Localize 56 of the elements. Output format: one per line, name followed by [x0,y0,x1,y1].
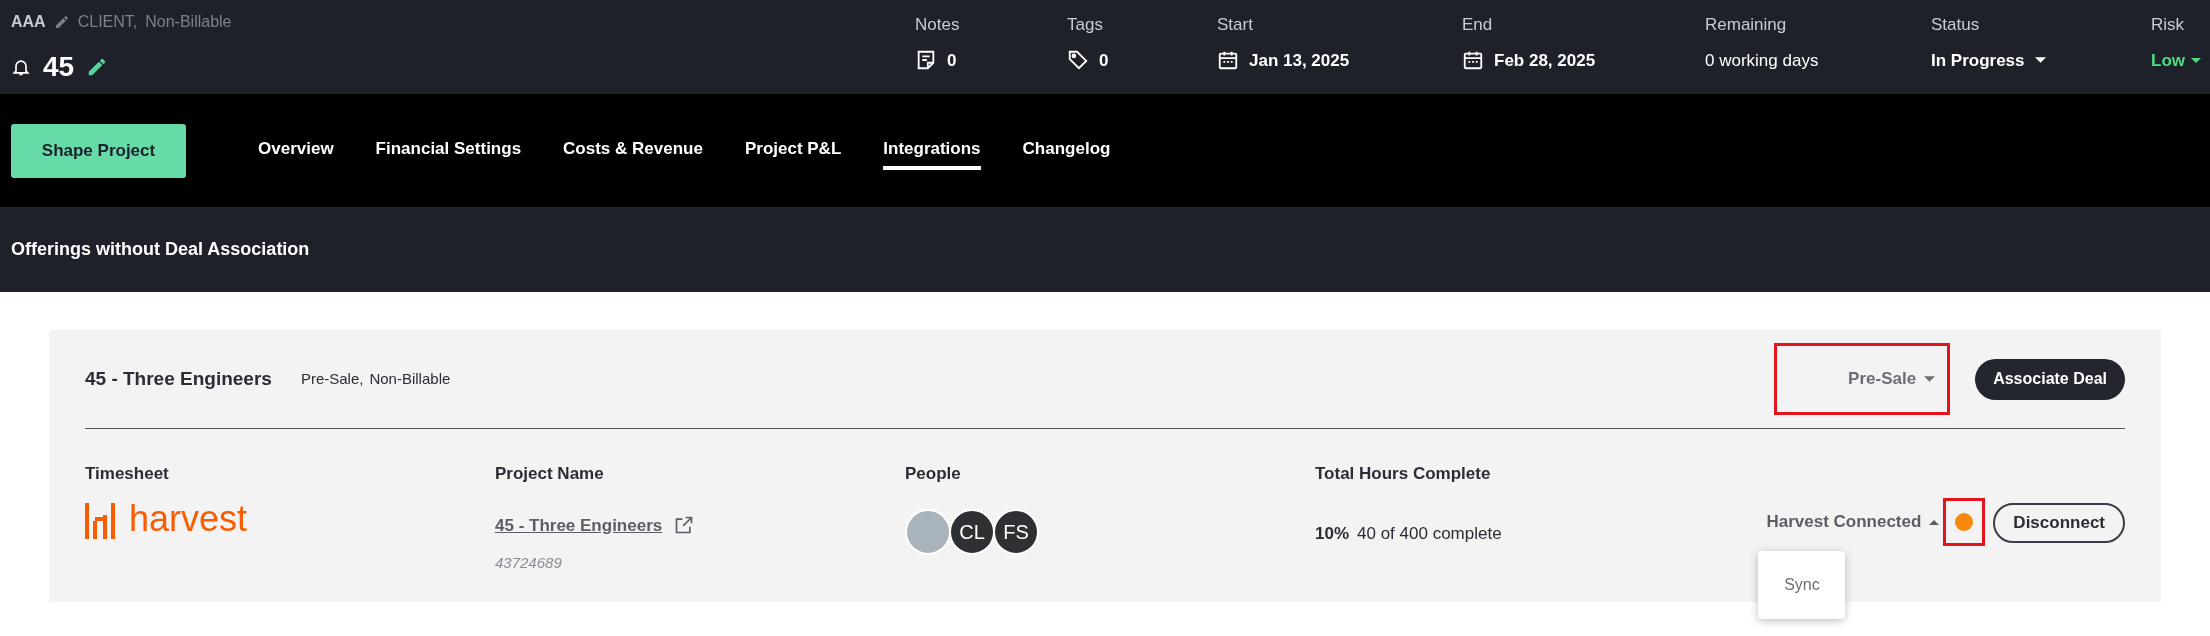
nav-tab[interactable]: Financial Settings [375,131,522,170]
stat-value: Jan 13, 2025 [1249,49,1350,72]
nav-tab[interactable]: Project P&L [744,131,842,170]
section-title: Offerings without Deal Association [11,238,310,261]
risk-dropdown[interactable]: Low [2151,47,2201,73]
client-name: AAA [11,12,46,32]
hours-complete: 40 of 400 complete [1357,522,1502,545]
stat-value: 0 working days [1705,49,1819,72]
column-header: Project Name [495,463,605,485]
edit-icon[interactable] [53,14,70,30]
stat-value: 0 [1099,49,1109,72]
stat-label: Status [1931,14,1981,36]
stat-value: Feb 28, 2025 [1494,49,1596,72]
caret-icon [2034,57,2046,64]
billing-type: Non-Billable [145,12,232,32]
caret-icon [1924,376,1936,382]
column-header: People [905,463,962,485]
offering-type: Pre-Sale, [300,368,364,389]
stat-label: Risk [2151,14,2186,36]
avatar-photo [905,508,951,555]
percent-complete: 10% [1315,522,1350,545]
avatar-initials: CL [949,508,995,555]
tag-icon [1067,49,1089,72]
associate-deal-button[interactable]: Associate Deal [1975,358,2125,400]
offering-name: 45 - Three Engineers [85,366,272,391]
calendar-icon [1462,49,1484,72]
avatar-initials: FS [993,508,1039,555]
shape-project-button[interactable]: Shape Project [11,123,186,178]
menu-item[interactable]: Sync [1758,555,1846,615]
stat-label: Notes [915,14,961,36]
project-id: 43724689 [495,553,563,573]
nav-tab[interactable]: Changelog [1022,131,1111,170]
stat-value: 0 [947,49,957,72]
client-type: CLIENT, [77,12,138,32]
stat-label: Remaining [1705,14,1788,36]
external-link-icon[interactable] [674,515,695,536]
stat-label: Start [1217,14,1254,36]
nav-tab[interactable]: Costs & Revenue [563,131,703,170]
project-link[interactable]: 45 - Three Engineers [495,512,663,538]
column-header: Timesheet [85,463,170,485]
note-icon [915,49,937,72]
offering-billing: Non-Billable [369,368,451,389]
harvest-logo: harvest [85,502,495,539]
project-number: 45 [43,50,75,84]
stat-label: End [1462,14,1494,36]
calendar-icon [1217,49,1239,72]
stat-label: Tags [1067,14,1104,36]
column-header: Total Hours Complete [1315,463,1492,485]
caret-icon [1929,519,1940,525]
connection-dropdown[interactable]: Harvest Connected [1766,503,1940,541]
stage-dropdown[interactable]: Pre-Sale [1848,366,1936,392]
nav-tab[interactable]: Integrations [883,131,981,170]
caret-icon [2191,57,2201,63]
disconnect-button[interactable]: Disconnect [1993,503,2125,543]
nav-tab[interactable]: Overview [258,131,334,170]
status-dropdown[interactable]: In Progress [1931,47,2046,73]
